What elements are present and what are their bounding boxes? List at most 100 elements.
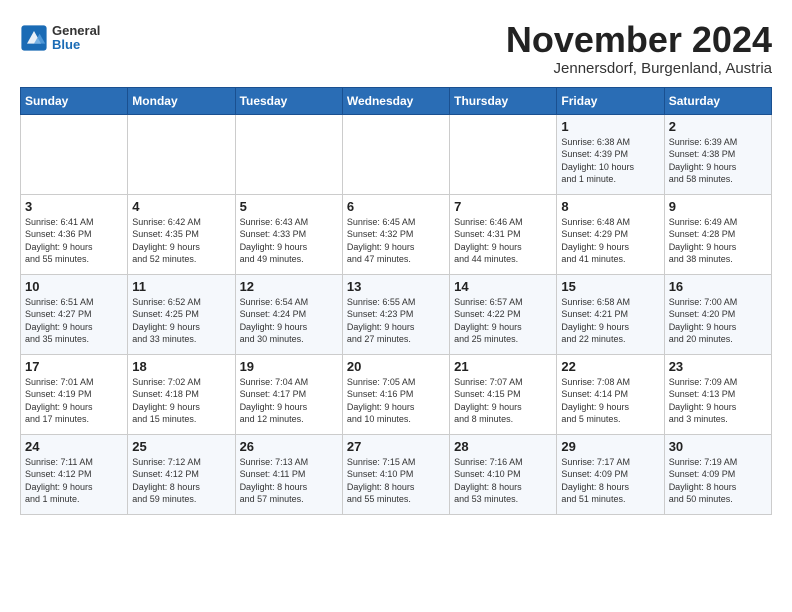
- day-number: 16: [669, 279, 767, 294]
- day-number: 3: [25, 199, 123, 214]
- day-info: Sunrise: 7:07 AM Sunset: 4:15 PM Dayligh…: [454, 376, 552, 426]
- day-number: 18: [132, 359, 230, 374]
- day-info: Sunrise: 7:17 AM Sunset: 4:09 PM Dayligh…: [561, 456, 659, 506]
- day-info: Sunrise: 7:00 AM Sunset: 4:20 PM Dayligh…: [669, 296, 767, 346]
- day-info: Sunrise: 6:48 AM Sunset: 4:29 PM Dayligh…: [561, 216, 659, 266]
- day-cell: 29 Sunrise: 7:17 AM Sunset: 4:09 PM Dayli…: [557, 434, 664, 514]
- day-number: 25: [132, 439, 230, 454]
- day-cell: 1 Sunrise: 6:38 AM Sunset: 4:39 PM Daylig…: [557, 114, 664, 194]
- day-info: Sunrise: 7:08 AM Sunset: 4:14 PM Dayligh…: [561, 376, 659, 426]
- page-header: General Blue November 2024 Jennersdorf, …: [20, 20, 772, 77]
- title-area: November 2024 Jennersdorf, Burgenland, A…: [506, 20, 772, 77]
- day-cell: 18 Sunrise: 7:02 AM Sunset: 4:18 PM Dayli…: [128, 354, 235, 434]
- day-number: 30: [669, 439, 767, 454]
- day-number: 1: [561, 119, 659, 134]
- day-number: 10: [25, 279, 123, 294]
- month-title: November 2024: [506, 20, 772, 60]
- day-number: 29: [561, 439, 659, 454]
- week-row-2: 3 Sunrise: 6:41 AM Sunset: 4:36 PM Daylig…: [21, 194, 772, 274]
- header-cell-sunday: Sunday: [21, 87, 128, 114]
- day-info: Sunrise: 6:46 AM Sunset: 4:31 PM Dayligh…: [454, 216, 552, 266]
- day-cell: 26 Sunrise: 7:13 AM Sunset: 4:11 PM Dayli…: [235, 434, 342, 514]
- day-number: 6: [347, 199, 445, 214]
- day-info: Sunrise: 6:43 AM Sunset: 4:33 PM Dayligh…: [240, 216, 338, 266]
- day-number: 20: [347, 359, 445, 374]
- day-number: 13: [347, 279, 445, 294]
- day-info: Sunrise: 6:38 AM Sunset: 4:39 PM Dayligh…: [561, 136, 659, 186]
- day-cell: 27 Sunrise: 7:15 AM Sunset: 4:10 PM Dayli…: [342, 434, 449, 514]
- day-cell: 13Sunrise: 6:55 AM Sunset: 4:23 PM Dayli…: [342, 274, 449, 354]
- day-cell: 23Sunrise: 7:09 AM Sunset: 4:13 PM Dayli…: [664, 354, 771, 434]
- day-info: Sunrise: 6:41 AM Sunset: 4:36 PM Dayligh…: [25, 216, 123, 266]
- day-number: 8: [561, 199, 659, 214]
- day-number: 27: [347, 439, 445, 454]
- day-cell: 14Sunrise: 6:57 AM Sunset: 4:22 PM Dayli…: [450, 274, 557, 354]
- day-cell: 17 Sunrise: 7:01 AM Sunset: 4:19 PM Dayli…: [21, 354, 128, 434]
- header-cell-thursday: Thursday: [450, 87, 557, 114]
- week-row-5: 24 Sunrise: 7:11 AM Sunset: 4:12 PM Dayli…: [21, 434, 772, 514]
- day-cell: 19 Sunrise: 7:04 AM Sunset: 4:17 PM Dayli…: [235, 354, 342, 434]
- calendar-table: SundayMondayTuesdayWednesdayThursdayFrid…: [20, 87, 772, 515]
- day-info: Sunrise: 7:04 AM Sunset: 4:17 PM Dayligh…: [240, 376, 338, 426]
- day-cell: 20 Sunrise: 7:05 AM Sunset: 4:16 PM Dayli…: [342, 354, 449, 434]
- day-cell: 8 Sunrise: 6:48 AM Sunset: 4:29 PM Daylig…: [557, 194, 664, 274]
- day-info: Sunrise: 6:54 AM Sunset: 4:24 PM Dayligh…: [240, 296, 338, 346]
- day-cell: 10 Sunrise: 6:51 AM Sunset: 4:27 PM Dayli…: [21, 274, 128, 354]
- day-cell: [342, 114, 449, 194]
- day-number: 2: [669, 119, 767, 134]
- day-cell: 22 Sunrise: 7:08 AM Sunset: 4:14 PM Dayli…: [557, 354, 664, 434]
- day-info: Sunrise: 6:49 AM Sunset: 4:28 PM Dayligh…: [669, 216, 767, 266]
- day-cell: [128, 114, 235, 194]
- day-number: 12: [240, 279, 338, 294]
- day-number: 21: [454, 359, 552, 374]
- day-info: Sunrise: 7:15 AM Sunset: 4:10 PM Dayligh…: [347, 456, 445, 506]
- day-number: 11: [132, 279, 230, 294]
- day-number: 22: [561, 359, 659, 374]
- day-info: Sunrise: 6:45 AM Sunset: 4:32 PM Dayligh…: [347, 216, 445, 266]
- day-cell: 16 Sunrise: 7:00 AM Sunset: 4:20 PM Dayli…: [664, 274, 771, 354]
- day-info: Sunrise: 7:13 AM Sunset: 4:11 PM Dayligh…: [240, 456, 338, 506]
- day-cell: 24 Sunrise: 7:11 AM Sunset: 4:12 PM Dayli…: [21, 434, 128, 514]
- day-number: 9: [669, 199, 767, 214]
- day-number: 15: [561, 279, 659, 294]
- day-info: Sunrise: 7:11 AM Sunset: 4:12 PM Dayligh…: [25, 456, 123, 506]
- day-info: Sunrise: 6:52 AM Sunset: 4:25 PM Dayligh…: [132, 296, 230, 346]
- header-row: SundayMondayTuesdayWednesdayThursdayFrid…: [21, 87, 772, 114]
- day-info: Sunrise: 6:39 AM Sunset: 4:38 PM Dayligh…: [669, 136, 767, 186]
- day-cell: 6 Sunrise: 6:45 AM Sunset: 4:32 PM Daylig…: [342, 194, 449, 274]
- day-number: 23: [669, 359, 767, 374]
- day-number: 4: [132, 199, 230, 214]
- header-cell-tuesday: Tuesday: [235, 87, 342, 114]
- day-info: Sunrise: 7:01 AM Sunset: 4:19 PM Dayligh…: [25, 376, 123, 426]
- day-number: 24: [25, 439, 123, 454]
- location-subtitle: Jennersdorf, Burgenland, Austria: [506, 60, 772, 77]
- day-info: Sunrise: 7:19 AM Sunset: 4:09 PM Dayligh…: [669, 456, 767, 506]
- day-info: Sunrise: 7:05 AM Sunset: 4:16 PM Dayligh…: [347, 376, 445, 426]
- day-info: Sunrise: 7:12 AM Sunset: 4:12 PM Dayligh…: [132, 456, 230, 506]
- day-number: 19: [240, 359, 338, 374]
- week-row-4: 17 Sunrise: 7:01 AM Sunset: 4:19 PM Dayli…: [21, 354, 772, 434]
- day-cell: 7Sunrise: 6:46 AM Sunset: 4:31 PM Daylig…: [450, 194, 557, 274]
- day-number: 17: [25, 359, 123, 374]
- day-cell: 9 Sunrise: 6:49 AM Sunset: 4:28 PM Daylig…: [664, 194, 771, 274]
- logo-text: General Blue: [52, 24, 100, 53]
- logo: General Blue: [20, 24, 100, 53]
- day-cell: 25 Sunrise: 7:12 AM Sunset: 4:12 PM Dayli…: [128, 434, 235, 514]
- header-cell-wednesday: Wednesday: [342, 87, 449, 114]
- day-cell: 12 Sunrise: 6:54 AM Sunset: 4:24 PM Dayli…: [235, 274, 342, 354]
- day-cell: 3 Sunrise: 6:41 AM Sunset: 4:36 PM Daylig…: [21, 194, 128, 274]
- day-cell: 28 Sunrise: 7:16 AM Sunset: 4:10 PM Dayli…: [450, 434, 557, 514]
- day-info: Sunrise: 7:02 AM Sunset: 4:18 PM Dayligh…: [132, 376, 230, 426]
- day-cell: 2 Sunrise: 6:39 AM Sunset: 4:38 PM Daylig…: [664, 114, 771, 194]
- day-info: Sunrise: 6:51 AM Sunset: 4:27 PM Dayligh…: [25, 296, 123, 346]
- logo-icon: [20, 24, 48, 52]
- day-info: Sunrise: 7:16 AM Sunset: 4:10 PM Dayligh…: [454, 456, 552, 506]
- day-number: 28: [454, 439, 552, 454]
- header-cell-friday: Friday: [557, 87, 664, 114]
- day-cell: 4Sunrise: 6:42 AM Sunset: 4:35 PM Daylig…: [128, 194, 235, 274]
- day-cell: 5Sunrise: 6:43 AM Sunset: 4:33 PM Daylig…: [235, 194, 342, 274]
- day-info: Sunrise: 6:58 AM Sunset: 4:21 PM Dayligh…: [561, 296, 659, 346]
- day-number: 26: [240, 439, 338, 454]
- header-cell-monday: Monday: [128, 87, 235, 114]
- day-number: 14: [454, 279, 552, 294]
